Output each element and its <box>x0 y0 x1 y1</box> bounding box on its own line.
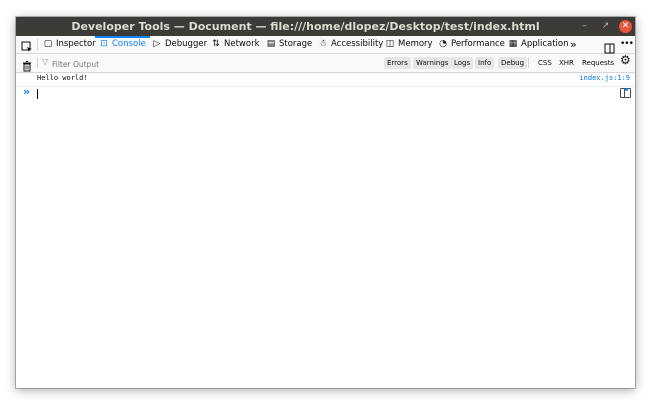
tab-label: Inspector <box>56 39 96 49</box>
tab-application[interactable]: ▦ Application <box>508 36 569 53</box>
memory-icon: ◫ <box>385 39 395 49</box>
console-input-row[interactable]: » <box>16 85 635 101</box>
window-titlebar: Developer Tools — Document — file:///hom… <box>16 17 635 36</box>
filter-css-button[interactable]: CSS <box>535 57 555 69</box>
tab-network[interactable]: ⇅ Network <box>211 36 260 53</box>
tab-label: Memory <box>398 39 433 49</box>
tab-label: Console <box>112 39 146 49</box>
tab-performance[interactable]: ◔ Performance <box>438 36 505 53</box>
debugger-icon: ▷ <box>153 39 161 49</box>
tab-memory[interactable]: ◫ Memory <box>385 36 433 53</box>
tab-console[interactable]: ⊡ Console <box>95 36 150 53</box>
tab-storage[interactable]: ▤ Storage <box>266 36 313 53</box>
application-icon: ▦ <box>508 39 518 49</box>
prompt-chevron-icon: » <box>23 85 31 98</box>
filter-info-button[interactable]: Info <box>475 57 495 69</box>
tab-label: Application <box>521 39 569 49</box>
console-message-row: Hello world! index.js:1:9 <box>16 73 635 87</box>
tab-label: Network <box>224 39 260 49</box>
storage-icon: ▤ <box>266 39 276 49</box>
toolbar-separator <box>37 57 38 68</box>
performance-icon: ◔ <box>439 39 447 49</box>
tab-accessibility[interactable]: ☃ Accessibility <box>318 36 383 53</box>
toolbar-separator <box>528 57 529 68</box>
tab-label: Debugger <box>165 39 208 49</box>
filter-warnings-button[interactable]: Warnings <box>413 57 452 69</box>
text-caret <box>37 89 38 99</box>
console-settings-gear-icon[interactable]: ⚙ <box>620 53 631 67</box>
filter-errors-button[interactable]: Errors <box>384 57 411 69</box>
filter-output-input[interactable] <box>40 56 194 72</box>
close-button[interactable]: ✕ <box>619 20 632 33</box>
tab-label: Storage <box>279 39 313 49</box>
console-message-text: Hello world! <box>37 74 88 82</box>
tab-label: Accessibility <box>331 39 384 49</box>
more-options-icon[interactable]: ••• <box>620 36 634 53</box>
more-tabs-chevron-icon[interactable]: » <box>570 36 577 53</box>
tab-inspector[interactable]: ▢ Inspector <box>43 36 96 53</box>
editor-mode-indicator-dot <box>625 88 628 91</box>
accessibility-icon: ☃ <box>318 39 328 49</box>
filter-logs-button[interactable]: Logs <box>451 57 474 69</box>
console-icon: ⊡ <box>100 39 108 49</box>
maximize-button[interactable]: ↗ <box>599 20 612 33</box>
devtools-tabbar: ▢ Inspector ⊡ Console ▷ Debugger ⇅ Network ▤… <box>16 36 635 54</box>
console-message-location-link[interactable]: index.js:1:9 <box>579 74 630 82</box>
filter-xhr-button[interactable]: XHR <box>556 57 577 69</box>
network-icon: ⇅ <box>212 39 220 49</box>
window-title: Developer Tools — Document — file:///hom… <box>71 20 540 33</box>
console-toolbar: ▽ Errors Warnings Logs Info Debug CSS XH… <box>16 53 635 73</box>
devtools-window: Developer Tools — Document — file:///hom… <box>16 17 635 388</box>
filter-debug-button[interactable]: Debug <box>498 57 528 69</box>
inspector-icon: ▢ <box>43 39 53 49</box>
tabbar-separator <box>37 39 38 50</box>
minimize-button[interactable]: – <box>578 20 591 33</box>
selected-tab-indicator <box>95 36 150 38</box>
tab-debugger[interactable]: ▷ Debugger <box>152 36 208 53</box>
editor-mode-toggle-icon[interactable] <box>620 88 631 98</box>
filter-requests-button[interactable]: Requests <box>579 57 617 69</box>
tab-label: Performance <box>451 39 505 49</box>
